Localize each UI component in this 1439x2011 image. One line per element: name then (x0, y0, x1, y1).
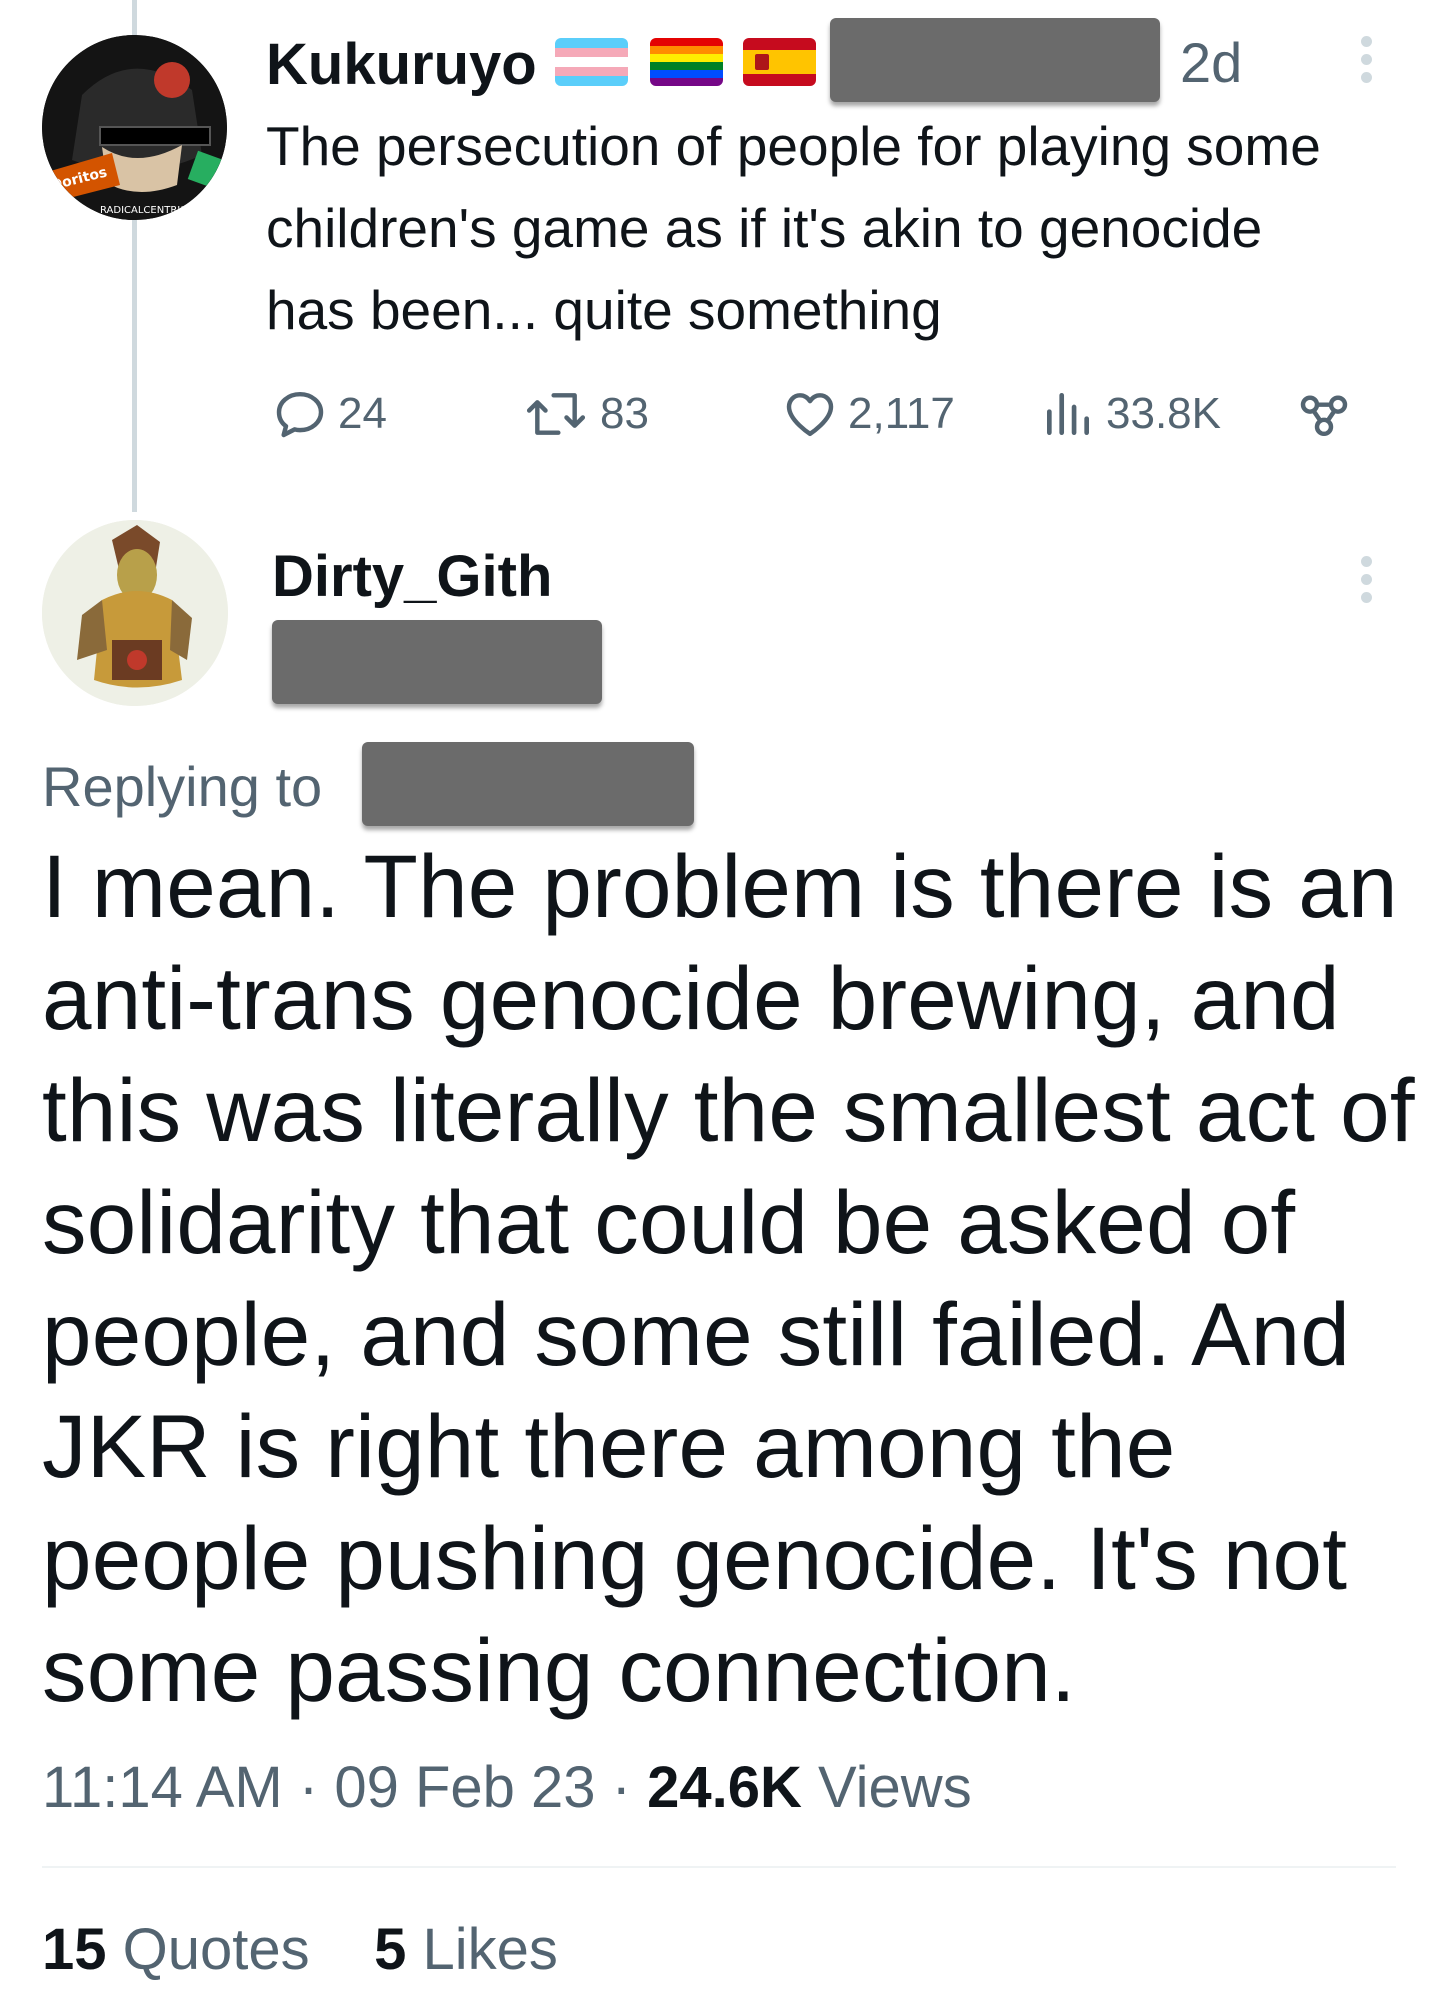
tweet2-text: I mean. The problem is there is an anti-… (42, 836, 1415, 1720)
tweet1-more-options-icon[interactable] (1360, 36, 1374, 90)
like-button[interactable]: 2,117 (782, 384, 955, 444)
quotes-link[interactable]: 15 Quotes (42, 1917, 310, 1982)
redacted-handle (272, 620, 602, 704)
reply-button[interactable]: 24 (272, 384, 387, 444)
tweet2-views-label: Views (818, 1755, 972, 1820)
avatar-text-radicalcentrism: RADICALCENTRISM (100, 205, 195, 216)
likes-count: 5 (374, 1917, 407, 1982)
avatar-image: Doritos RADICALCENTRISM (42, 35, 227, 220)
replying-to-label: Replying to (42, 755, 323, 818)
likes-link[interactable]: 5 Likes (374, 1917, 558, 1982)
redacted-reply-target[interactable] (362, 742, 694, 826)
likes-label: Likes (422, 1917, 558, 1982)
views-count: 33.8K (1106, 389, 1221, 438)
quotes-label: Quotes (122, 1917, 310, 1982)
retweet-button[interactable]: 83 (522, 384, 649, 444)
redacted-handle (830, 18, 1160, 102)
heart-icon (786, 393, 834, 437)
retweet-icon (526, 393, 586, 435)
spain-flag-icon (743, 38, 816, 86)
tweet2-meta: 11:14 AM · 09 Feb 23 · 24.6K Views (42, 1748, 972, 1828)
retweet-count: 83 (600, 389, 649, 438)
reply-icon (276, 391, 324, 438)
tweet2-more-options-icon[interactable] (1360, 556, 1374, 610)
separator: · (298, 1755, 319, 1820)
tweet2-views-count: 24.6K (647, 1755, 802, 1820)
reply-count: 24 (338, 389, 387, 438)
separator: · (611, 1755, 631, 1820)
tweet1-text: The persecution of people for playing so… (266, 115, 1321, 341)
share-icon (1300, 395, 1348, 437)
views-chart-icon (1047, 393, 1089, 435)
views-button[interactable]: 33.8K (1040, 384, 1221, 444)
tweet2-date[interactable]: 09 Feb 23 (334, 1755, 595, 1820)
tweet2-engagement-stats: 15 Quotes 5 Likes (42, 1910, 558, 1990)
avatar-image (42, 520, 228, 706)
share-button[interactable] (1296, 384, 1362, 444)
rainbow-flag-icon (650, 38, 723, 86)
avatar-dirty-gith[interactable] (42, 520, 228, 706)
like-count: 2,117 (848, 389, 955, 438)
divider (42, 1866, 1396, 1868)
tweet2-time[interactable]: 11:14 AM (42, 1755, 283, 1820)
tweet1-author-name[interactable]: Kukuruyo (266, 30, 537, 100)
tweet1-timestamp[interactable]: 2d (1180, 28, 1242, 98)
transgender-flag-icon (555, 38, 628, 86)
quotes-count: 15 (42, 1917, 107, 1982)
avatar-kukuruyo[interactable]: Doritos RADICALCENTRISM (42, 35, 227, 220)
tweet2-author-name[interactable]: Dirty_Gith (272, 542, 552, 612)
